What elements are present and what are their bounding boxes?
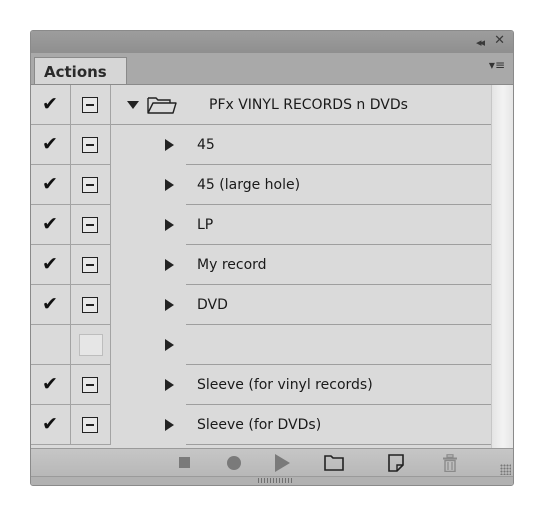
toggle-dialog-cell[interactable]: [71, 85, 111, 125]
toggle-dialog-cell[interactable]: [71, 405, 111, 445]
tab-bar: Actions ▾≡: [31, 53, 513, 85]
scrollbar[interactable]: [491, 85, 513, 448]
action-set-label: PFx VINYL RECORDS n DVDs: [209, 97, 408, 113]
record-icon[interactable]: [227, 456, 241, 470]
action-label: 45 (large hole): [197, 177, 301, 193]
toggle-dialog-cell[interactable]: [71, 205, 111, 245]
check-icon[interactable]: ✔: [42, 413, 58, 435]
dialog-toggle-icon[interactable]: [82, 97, 98, 113]
dialog-toggle-icon[interactable]: [82, 217, 98, 233]
check-icon[interactable]: ✔: [42, 133, 58, 155]
dialog-toggle-icon[interactable]: [82, 417, 98, 433]
panel-resize-handle[interactable]: [31, 476, 513, 485]
check-icon[interactable]: ✔: [42, 213, 58, 235]
action-set-row[interactable]: ✔ PFx VINYL RECORDS n DVDs: [31, 85, 491, 125]
grip-lines-icon: [258, 478, 292, 483]
action-row[interactable]: ✔ Sleeve (for vinyl records): [31, 365, 491, 405]
check-icon[interactable]: ✔: [42, 93, 58, 115]
dialog-toggle-icon[interactable]: [82, 297, 98, 313]
new-set-icon[interactable]: [324, 454, 344, 472]
actions-list: ✔ PFx VINYL RECORDS n DVDs ✔ 45 ✔ 45 (large…: [31, 85, 491, 448]
expand-triangle-icon[interactable]: [127, 101, 139, 109]
close-icon[interactable]: ✕: [494, 33, 505, 49]
action-label: My record: [197, 257, 267, 273]
panel-title-bar[interactable]: ◂◂ ✕: [31, 31, 513, 54]
action-label: LP: [197, 217, 214, 233]
play-icon[interactable]: [275, 454, 290, 472]
new-action-icon[interactable]: [388, 454, 404, 472]
stop-icon[interactable]: [179, 457, 190, 468]
expand-triangle-icon[interactable]: [165, 259, 174, 271]
action-row[interactable]: ✔ My record: [31, 245, 491, 285]
action-label: Sleeve (for DVDs): [197, 417, 322, 433]
panel-menu-icon[interactable]: ▾≡: [489, 58, 505, 72]
expand-triangle-icon[interactable]: [165, 219, 174, 231]
action-row[interactable]: ✔ Sleeve (for DVDs): [31, 405, 491, 445]
folder-open-icon: [147, 97, 177, 114]
action-row[interactable]: ✔ 45 (large hole): [31, 165, 491, 205]
expand-triangle-icon[interactable]: [165, 419, 174, 431]
toggle-item-cell[interactable]: ✔: [31, 85, 71, 125]
toggle-dialog-cell[interactable]: [71, 325, 111, 365]
check-icon[interactable]: ✔: [42, 253, 58, 275]
expand-triangle-icon[interactable]: [165, 139, 174, 151]
trash-icon[interactable]: [442, 454, 458, 472]
toggle-dialog-cell[interactable]: [71, 165, 111, 205]
expand-triangle-icon[interactable]: [165, 179, 174, 191]
toggle-item-cell[interactable]: ✔: [31, 125, 71, 165]
resize-grip-icon[interactable]: [500, 464, 511, 475]
toggle-item-cell[interactable]: ✔: [31, 205, 71, 245]
dialog-toggle-icon[interactable]: [82, 137, 98, 153]
action-row[interactable]: [31, 325, 491, 365]
toggle-dialog-cell[interactable]: [71, 125, 111, 165]
check-icon[interactable]: ✔: [42, 373, 58, 395]
toggle-item-cell[interactable]: ✔: [31, 285, 71, 325]
dialog-toggle-empty[interactable]: [79, 334, 103, 356]
toggle-item-cell[interactable]: ✔: [31, 365, 71, 405]
action-row[interactable]: ✔ 45: [31, 125, 491, 165]
action-label: DVD: [197, 297, 228, 313]
dialog-toggle-icon[interactable]: [82, 377, 98, 393]
actions-toolbar: [31, 448, 513, 477]
action-row[interactable]: ✔ LP: [31, 205, 491, 245]
action-row[interactable]: ✔ DVD: [31, 285, 491, 325]
toggle-item-cell[interactable]: ✔: [31, 245, 71, 285]
action-label: 45: [197, 137, 215, 153]
expand-triangle-icon[interactable]: [165, 299, 174, 311]
toggle-item-cell[interactable]: ✔: [31, 165, 71, 205]
toggle-item-cell[interactable]: [31, 325, 71, 365]
dialog-toggle-icon[interactable]: [82, 257, 98, 273]
toggle-dialog-cell[interactable]: [71, 245, 111, 285]
check-icon[interactable]: ✔: [42, 293, 58, 315]
collapse-icon[interactable]: ◂◂: [476, 35, 485, 51]
toggle-dialog-cell[interactable]: [71, 365, 111, 405]
expand-triangle-icon[interactable]: [165, 339, 174, 351]
toggle-item-cell[interactable]: ✔: [31, 405, 71, 445]
action-label: Sleeve (for vinyl records): [197, 377, 373, 393]
row-divider: [186, 444, 491, 445]
dialog-toggle-icon[interactable]: [82, 177, 98, 193]
check-icon[interactable]: ✔: [42, 173, 58, 195]
tab-actions[interactable]: Actions: [34, 57, 127, 84]
expand-triangle-icon[interactable]: [165, 379, 174, 391]
actions-panel: ◂◂ ✕ Actions ▾≡ ✔ PFx VINYL RECORDS n DV…: [30, 30, 514, 486]
toggle-dialog-cell[interactable]: [71, 285, 111, 325]
